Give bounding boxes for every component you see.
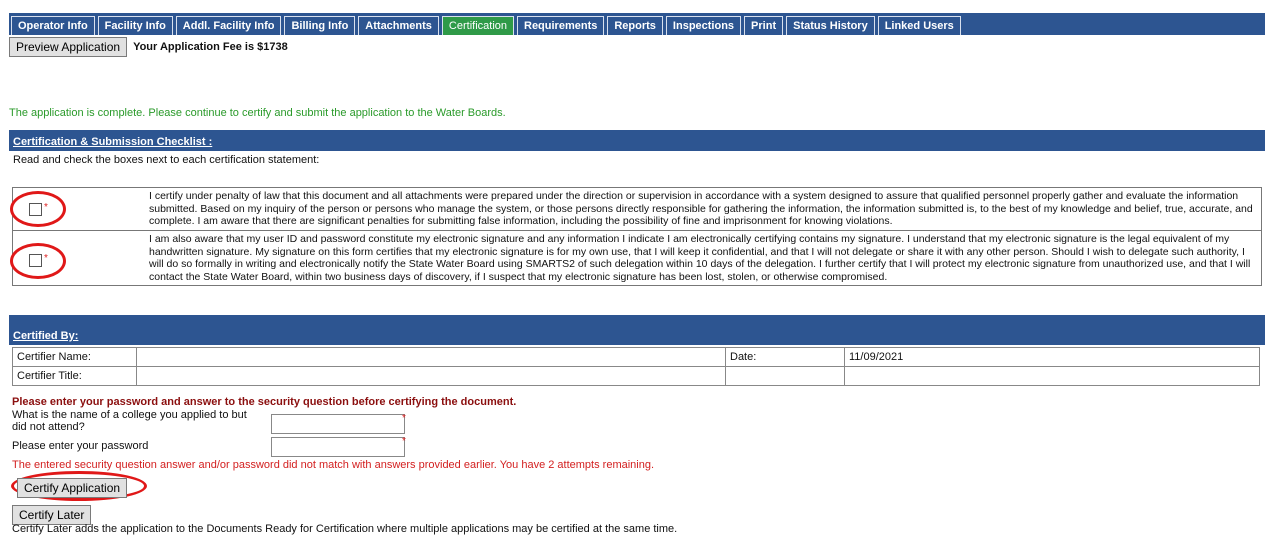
required-marker: * bbox=[402, 436, 406, 447]
application-fee-text: Your Application Fee is $1738 bbox=[133, 41, 288, 53]
tab-operator-info[interactable]: Operator Info bbox=[11, 16, 95, 35]
statement-row-2: * I am also aware that my user ID and pa… bbox=[10, 231, 1261, 285]
certifier-table: Certifier Name: Date: 11/09/2021 Certifi… bbox=[12, 347, 1260, 386]
checklist-heading: Certification & Submission Checklist : bbox=[13, 136, 213, 148]
empty-cell bbox=[725, 366, 845, 386]
statement-1-checkbox[interactable] bbox=[29, 203, 42, 216]
password-label: Please enter your password bbox=[12, 440, 149, 452]
table-row: Certifier Name: Date: 11/09/2021 bbox=[12, 347, 1260, 367]
certifier-name-value bbox=[136, 347, 726, 367]
certify-application-button[interactable]: Certify Application bbox=[17, 478, 128, 498]
preview-application-button[interactable]: Preview Application bbox=[9, 37, 128, 57]
certifier-title-value bbox=[136, 366, 726, 386]
tab-attachments[interactable]: Attachments bbox=[358, 16, 439, 35]
tab-bar: Operator Info Facility Info Addl. Facili… bbox=[9, 13, 1265, 35]
required-marker: * bbox=[402, 413, 406, 424]
statement-row-1: * I certify under penalty of law that th… bbox=[10, 188, 1261, 231]
empty-cell bbox=[844, 366, 1260, 386]
checklist-instruction: Read and check the boxes next to each ce… bbox=[13, 154, 320, 166]
table-row: Certifier Title: bbox=[12, 366, 1260, 386]
security-question-label: What is the name of a college you applie… bbox=[12, 409, 247, 433]
status-message: The application is complete. Please cont… bbox=[9, 107, 506, 119]
certified-by-heading: Certified By: bbox=[13, 330, 79, 342]
certifier-name-label: Certifier Name: bbox=[12, 347, 137, 367]
certified-by-header: Certified By: bbox=[9, 315, 1265, 345]
tab-linked-users[interactable]: Linked Users bbox=[877, 16, 961, 35]
tab-print[interactable]: Print bbox=[744, 16, 784, 35]
statement-2-text: I am also aware that my user ID and pass… bbox=[149, 233, 1251, 283]
tab-certification[interactable]: Certification bbox=[441, 16, 514, 35]
error-message: The entered security question answer and… bbox=[12, 459, 655, 471]
password-input[interactable] bbox=[271, 437, 405, 457]
preview-row: Preview Application Your Application Fee… bbox=[9, 37, 288, 57]
tab-inspections[interactable]: Inspections bbox=[665, 16, 742, 35]
tab-status-history[interactable]: Status History bbox=[786, 16, 875, 35]
security-answer-input[interactable] bbox=[271, 414, 405, 434]
statement-1-text: I certify under penalty of law that this… bbox=[149, 190, 1253, 227]
tab-addl-facility-info[interactable]: Addl. Facility Info bbox=[175, 16, 282, 35]
tab-facility-info[interactable]: Facility Info bbox=[97, 16, 173, 35]
tab-requirements[interactable]: Requirements bbox=[517, 16, 605, 35]
certify-later-button[interactable]: Certify Later bbox=[12, 505, 92, 525]
certification-page: Operator Info Facility Info Addl. Facili… bbox=[9, 13, 1265, 537]
checklist-header: Certification & Submission Checklist : bbox=[9, 130, 1265, 151]
statement-2-checkbox[interactable] bbox=[29, 254, 42, 267]
date-value: 11/09/2021 bbox=[844, 347, 1260, 367]
certification-statements: * I certify under penalty of law that th… bbox=[10, 187, 1262, 286]
date-label: Date: bbox=[725, 347, 845, 367]
required-marker: * bbox=[44, 253, 48, 264]
certify-later-note: Certify Later adds the application to th… bbox=[12, 523, 678, 535]
tab-reports[interactable]: Reports bbox=[607, 16, 663, 35]
password-warning: Please enter your password and answer to… bbox=[12, 396, 517, 408]
tab-billing-info[interactable]: Billing Info bbox=[284, 16, 356, 35]
required-marker: * bbox=[44, 202, 48, 213]
certifier-title-label: Certifier Title: bbox=[12, 366, 137, 386]
